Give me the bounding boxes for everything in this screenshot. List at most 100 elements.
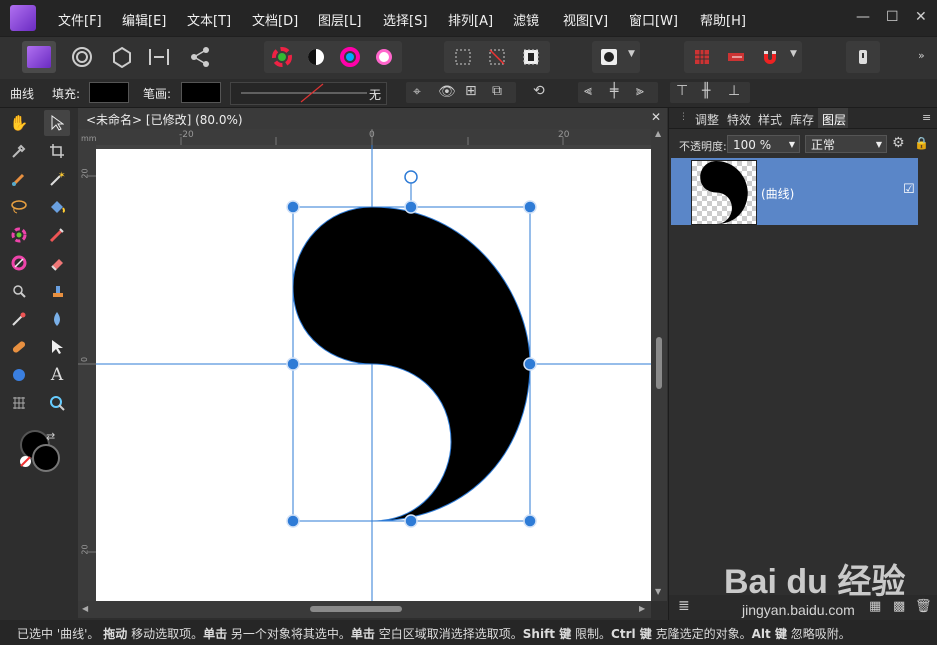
minimize-button[interactable]: — [856, 9, 870, 25]
menu-help[interactable]: 帮助[H] [700, 10, 746, 29]
show-icon[interactable]: 👁 [438, 84, 456, 100]
menu-layer[interactable]: 图层[L] [318, 10, 361, 29]
snapping-dropdown-icon[interactable]: ▼ [790, 49, 797, 59]
panel-menu-icon[interactable]: ≡ [922, 111, 931, 124]
hand-tool-icon[interactable]: ✋ [6, 110, 32, 136]
healing-tool-icon[interactable] [6, 334, 32, 360]
menu-select[interactable]: 选择[S] [383, 10, 427, 29]
mask-layer-icon[interactable]: ▩ [893, 599, 905, 614]
share-icon[interactable] [186, 41, 214, 73]
vertical-scroll-thumb[interactable] [656, 337, 662, 389]
menu-file[interactable]: 文件[F] [58, 10, 102, 29]
eraser-tool-icon[interactable] [44, 250, 70, 276]
fill-tool-icon[interactable] [44, 194, 70, 220]
tab-adjustments[interactable]: 调整 [695, 111, 719, 128]
export-persona-icon[interactable] [108, 41, 136, 73]
opacity-dropdown[interactable]: 100 % ▼ [727, 135, 800, 153]
add-pixel-layer-icon[interactable]: ▦ [869, 599, 881, 614]
tab-stock[interactable]: 库存 [790, 111, 814, 128]
smudge-tool-icon[interactable] [6, 306, 32, 332]
menu-arrange[interactable]: 排列[A] [448, 10, 493, 29]
color-wheel-icon[interactable] [268, 44, 296, 70]
color-picker-tool-icon[interactable] [6, 138, 32, 164]
fill-swatch[interactable] [89, 82, 129, 103]
scroll-left-icon[interactable]: ◀ [82, 604, 88, 613]
node-tool-icon[interactable] [44, 334, 70, 360]
convert-icon[interactable]: ⧉ [492, 83, 502, 99]
menu-filters[interactable]: 滤镜 [513, 10, 539, 29]
crop-tool-icon[interactable] [44, 138, 70, 164]
tab-styles[interactable]: 样式 [758, 111, 782, 128]
mask-icon[interactable] [595, 44, 623, 70]
white-balance-icon[interactable] [370, 44, 398, 70]
selection-brush-tool-icon[interactable] [6, 250, 32, 276]
origin-icon[interactable]: ⌖ [413, 84, 421, 100]
tab-effects[interactable]: 特效 [727, 111, 751, 128]
snapping-magnet-icon[interactable] [756, 44, 784, 70]
align-right-icon[interactable]: ⫸ [636, 83, 644, 99]
align-left-icon[interactable]: ⫷ [584, 83, 592, 99]
scroll-up-icon[interactable]: ▲ [655, 129, 661, 138]
paint-brush-tool-icon[interactable] [6, 166, 32, 192]
hue-icon[interactable] [336, 44, 364, 70]
designer-persona-button[interactable] [22, 41, 56, 73]
color-wheel-tool-icon[interactable] [6, 222, 32, 248]
invert-selection-icon[interactable] [517, 44, 545, 70]
blend-mode-dropdown[interactable]: 正常 ▼ [805, 135, 887, 153]
align-bottom-icon[interactable]: ⊥ [728, 83, 740, 99]
align-center-icon[interactable]: ╪ [610, 83, 618, 99]
clone-tool-icon[interactable] [44, 278, 70, 304]
panel-grip-icon[interactable]: ⋮ [679, 112, 688, 122]
no-color-icon[interactable] [20, 456, 31, 467]
tab-layers[interactable]: 图层 [818, 108, 848, 128]
paint-mixer-tool-icon[interactable] [44, 222, 70, 248]
force-pixel-icon[interactable] [722, 44, 750, 70]
layers-icon[interactable]: ≣ [678, 598, 690, 614]
vertical-scrollbar[interactable]: ▲ ▼ [651, 129, 667, 601]
grid-icon[interactable] [688, 44, 716, 70]
menu-window[interactable]: 窗口[W] [629, 10, 678, 29]
blur-tool-icon[interactable] [44, 306, 70, 332]
scroll-down-icon[interactable]: ▼ [655, 587, 661, 596]
zoom-tool-icon[interactable] [44, 390, 70, 416]
close-button[interactable]: ✕ [915, 9, 927, 25]
move-tool-icon[interactable] [44, 110, 70, 136]
menu-document[interactable]: 文档[D] [252, 10, 298, 29]
marquee-icon[interactable] [449, 44, 477, 70]
menu-view[interactable]: 视图[V] [563, 10, 608, 29]
stroke-style-selector[interactable]: 无 [230, 82, 387, 105]
mask-dropdown-icon[interactable]: ▼ [628, 49, 635, 59]
secondary-color-well[interactable] [32, 444, 60, 472]
menu-edit[interactable]: 编辑[E] [122, 10, 166, 29]
gear-icon[interactable]: ⚙ [892, 135, 905, 151]
align-middle-icon[interactable]: ╫ [702, 83, 710, 99]
canvas-svg[interactable] [96, 145, 651, 601]
swap-colors-icon[interactable]: ⇄ [46, 430, 55, 443]
dodge-tool-icon[interactable] [6, 278, 32, 304]
assistant-icon[interactable] [849, 44, 877, 70]
align-top-icon[interactable]: ⊤ [676, 83, 688, 99]
layer-visibility-checkbox[interactable]: ☑ [903, 182, 915, 197]
maximize-button[interactable]: ☐ [886, 9, 899, 25]
canvas-area[interactable] [96, 145, 651, 601]
shape-tool-icon[interactable] [6, 362, 32, 388]
horizontal-scrollbar[interactable]: ◀ ▶ [78, 601, 651, 618]
lock-icon[interactable]: 🔒 [914, 136, 929, 150]
stroke-swatch[interactable] [181, 82, 221, 103]
transform-icon[interactable]: ⊞ [465, 83, 477, 99]
sync-icon[interactable] [145, 41, 173, 73]
toolbar-overflow-icon[interactable]: » [918, 49, 925, 62]
lasso-tool-icon[interactable] [6, 194, 32, 220]
menu-text[interactable]: 文本[T] [187, 10, 231, 29]
scroll-right-icon[interactable]: ▶ [639, 604, 645, 613]
flip-icon[interactable]: ⟲ [533, 83, 545, 99]
document-close-button[interactable]: ✕ [651, 110, 661, 124]
text-tool-icon[interactable]: A [44, 362, 70, 388]
delete-layer-icon[interactable]: 🗑 [915, 599, 932, 614]
horizontal-scroll-thumb[interactable] [310, 606, 402, 612]
deselect-icon[interactable] [483, 44, 511, 70]
layer-row[interactable]: (曲线) ☑ [671, 158, 918, 225]
magic-wand-tool-icon[interactable]: ✶ [44, 166, 70, 192]
levels-icon[interactable] [302, 44, 330, 70]
document-tab[interactable]: <未命名> [已修改] (80.0%) ✕ [78, 108, 667, 129]
